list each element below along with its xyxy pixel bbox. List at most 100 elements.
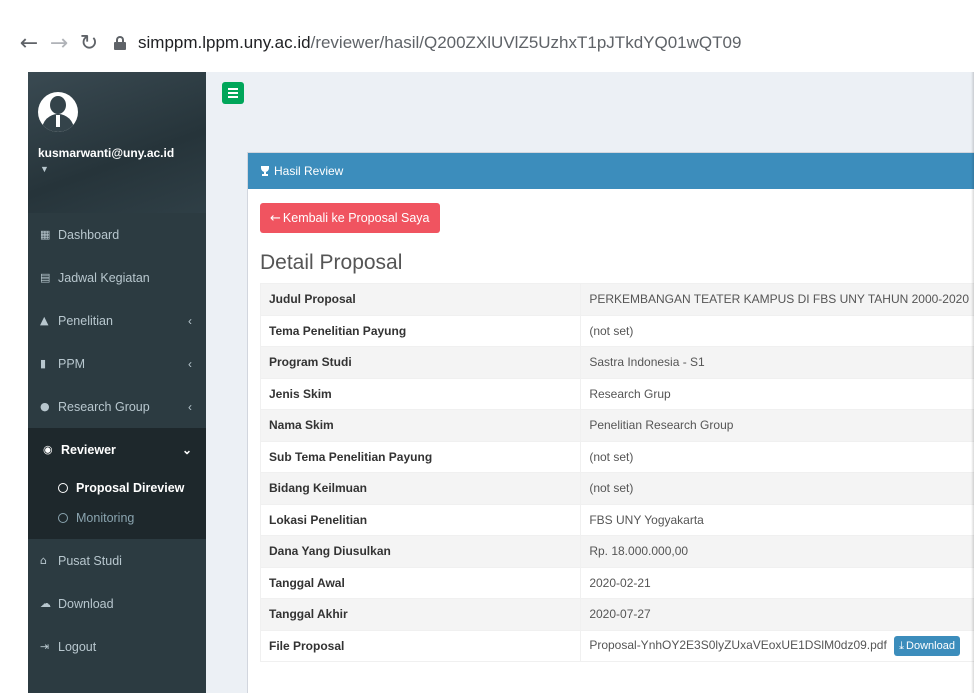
sidebar-item-logout[interactable]: ⇥ Logout [28,625,206,668]
url-path: /reviewer/hasil/Q200ZXlUVlZ5UzhxT1pJTkdY… [310,33,742,52]
eye-icon: ◉ [43,443,53,456]
download-button[interactable]: ⤓ Download [894,635,960,656]
sidebar-item-label: Reviewer [61,442,116,457]
browser-toolbar: ← → ↻ simppm.lppm.uny.ac.id/reviewer/has… [14,14,974,72]
sidebar-subitem-label: Proposal Direview [76,481,185,495]
panel-title: Hasil Review [274,164,344,178]
table-row: Judul Proposal PERKEMBANGAN TEATER KAMPUS… [259,283,974,316]
user-email[interactable]: kusmarwanti@uny.ac.id [38,146,196,160]
table-row: Bidang Keilmuan (not set) [259,472,974,505]
institution-icon: ⌂ [40,554,47,567]
row-value: Sastra Indonesia - S1 [580,346,974,379]
reviewer-submenu: Proposal Direview Monitoring [28,471,206,539]
row-label: Nama Skim [259,409,582,442]
sidebar-item-label: Logout [58,639,97,654]
sidebar-subitem-proposal-direview[interactable]: Proposal Direview [28,473,206,503]
row-value: PERKEMBANGAN TEATER KAMPUS DI FBS UNY TA… [580,283,974,316]
row-value: Rp. 18.000.000,00 [580,535,974,568]
panel-header: Hasil Review [248,153,974,189]
table-row: Jenis Skim Research Grup [259,377,974,410]
top-header [206,72,974,122]
chevron-left-icon: ‹ [188,356,192,371]
row-value: Research Grup [580,377,974,410]
row-value: 2020-07-27 [580,598,974,631]
table-row: Nama Skim Penelitian Research Group [259,409,974,442]
sidebar-subitem-label: Monitoring [76,511,135,525]
app-frame: kusmarwanti@uny.ac.id ▼ ▦ Dashboard ▤ Ja… [28,72,974,693]
sidebar-item-ppm[interactable]: ▮ PPM ‹ [28,342,206,385]
row-label: Sub Tema Penelitian Payung [259,440,582,473]
proposal-detail-table: Judul Proposal PERKEMBANGAN TEATER KAMPUS… [259,283,974,662]
sidebar-item-label: Pusat Studi [58,553,122,568]
sidebar-item-label: Download [58,596,114,611]
row-value: (not set) [580,472,974,505]
sidebar-item-label: Penelitian [58,313,113,328]
calendar-icon: ▤ [40,271,51,284]
flask-icon: ▲ [40,314,49,327]
table-row: Tanggal Awal 2020-02-21 [259,566,974,599]
sidebar-item-label: PPM [58,356,86,371]
sidebar-item-jadwal-kegiatan[interactable]: ▤ Jadwal Kegiatan [28,256,206,299]
row-label: File Proposal [259,629,582,662]
row-value: 2020-02-21 [580,566,974,599]
reload-icon[interactable]: ↻ [74,31,104,56]
sidebar-item-research-group[interactable]: ● Research Group ‹ [28,385,206,428]
row-label: Tanggal Awal [259,566,582,599]
sidebar-item-pusat-studi[interactable]: ⌂ Pusat Studi [28,539,206,582]
sidebar-item-penelitian[interactable]: ▲ Penelitian ‹ [28,299,206,342]
url-host: simppm.lppm.uny.ac.id [138,33,311,52]
arrow-left-icon: ← [270,210,281,226]
forward-arrow-icon[interactable]: → [44,31,74,56]
back-button-label: Kembali ke Proposal Saya [282,211,430,225]
download-icon: ⤓ [899,638,905,652]
table-row: Lokasi Penelitian FBS UNY Yogyakarta [259,503,974,536]
row-label: Dana Yang Diusulkan [259,535,582,568]
lock-icon[interactable] [114,36,126,50]
sidebar-toggle-button[interactable] [222,82,244,104]
sidebar-item-label: Research Group [58,399,150,414]
section-title: Detail Proposal [260,251,403,274]
users-icon: ● [40,400,50,413]
back-arrow-icon[interactable]: ← [14,31,44,56]
circle-icon [58,513,68,523]
row-value: (not set) [580,440,974,473]
hasil-review-panel: Hasil Review ← Kembali ke Proposal Saya … [247,152,974,693]
chevron-left-icon: ‹ [188,399,192,414]
row-label: Lokasi Penelitian [259,503,582,536]
row-value: Penelitian Research Group [580,409,974,442]
sidebar-item-label: Jadwal Kegiatan [58,270,150,285]
row-label: Program Studi [259,346,582,379]
user-panel: kusmarwanti@uny.ac.id ▼ [28,72,206,213]
sidebar-item-reviewer[interactable]: ◉ Reviewer ⌄ [28,428,206,471]
table-row: Tanggal Akhir 2020-07-27 [259,598,974,631]
address-bar[interactable]: simppm.lppm.uny.ac.id/reviewer/hasil/Q20… [138,33,741,53]
sidebar-item-dashboard[interactable]: ▦ Dashboard [28,213,206,256]
sign-out-icon: ⇥ [40,640,50,653]
row-label: Jenis Skim [259,377,582,410]
caret-down-icon[interactable]: ▼ [40,164,196,174]
binoculars-icon: ▮ [40,357,47,370]
table-row: File Proposal Proposal-YnhOY2E3S0lyZUxaV… [259,629,974,662]
avatar [38,92,78,132]
table-row: Tema Penelitian Payung (not set) [259,314,974,347]
row-value: FBS UNY Yogyakarta [580,503,974,536]
cloud-download-icon: ☁ [40,597,51,610]
row-label: Bidang Keilmuan [259,472,582,505]
table-row: Program Studi Sastra Indonesia - S1 [259,346,974,379]
chevron-left-icon: ‹ [188,313,192,328]
row-label: Tanggal Akhir [259,598,582,631]
sidebar-subitem-monitoring[interactable]: Monitoring [28,503,206,533]
table-row: Dana Yang Diusulkan Rp. 18.000.000,00 [259,535,974,568]
panel-body: ← Kembali ke Proposal Saya Detail Propos… [248,189,974,662]
row-value: (not set) [580,314,974,347]
trophy-icon [260,166,270,176]
dashboard-icon: ▦ [40,228,51,241]
row-value-file: Proposal-YnhOY2E3S0lyZUxaVEoxUE1DSlM0dz0… [580,629,974,662]
file-name: Proposal-YnhOY2E3S0lyZUxaVEoxUE1DSlM0dz0… [589,637,887,652]
back-to-proposal-button[interactable]: ← Kembali ke Proposal Saya [260,203,440,233]
row-label: Judul Proposal [259,283,582,316]
sidebar-item-download[interactable]: ☁ Download [28,582,206,625]
row-label: Tema Penelitian Payung [259,314,582,347]
reviewer-group: ◉ Reviewer ⌄ Proposal Direview Monitorin… [28,428,206,539]
sidebar-item-label: Dashboard [58,227,120,242]
